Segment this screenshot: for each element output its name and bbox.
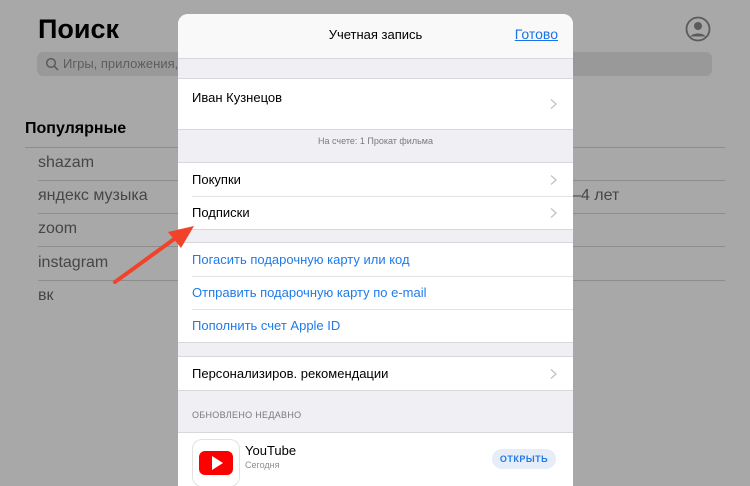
- chevron-right-icon: [547, 368, 559, 380]
- purchases-label: Покупки: [192, 172, 241, 187]
- app-update-date: Сегодня: [245, 460, 280, 470]
- account-sheet: Учетная запись Готово Иван Кузнецов На с…: [178, 14, 573, 486]
- recently-updated-heading: ОБНОВЛЕНО НЕДАВНО: [192, 410, 302, 420]
- redeem-gift-card-link[interactable]: Погасить подарочную карту или код: [178, 243, 573, 276]
- account-group: Иван Кузнецов: [178, 78, 573, 130]
- account-name: Иван Кузнецов: [192, 90, 283, 105]
- chevron-right-icon: [547, 207, 559, 219]
- balance-note: На счете: 1 Прокат фильма: [318, 136, 433, 146]
- purchases-row[interactable]: Покупки: [178, 163, 573, 196]
- chevron-right-icon: [547, 174, 559, 186]
- subscriptions-row[interactable]: Подписки: [178, 196, 573, 229]
- app-name: YouTube: [245, 443, 297, 458]
- open-app-button[interactable]: ОТКРЫТЬ: [492, 449, 556, 469]
- personalized-recommendations-row[interactable]: Персонализиров. рекомендации: [178, 357, 573, 390]
- sheet-nav-bar: Учетная запись Готово: [178, 14, 573, 59]
- sheet-title: Учетная запись: [328, 27, 423, 42]
- recommendations-group: Персонализиров. рекомендации: [178, 356, 573, 391]
- add-funds-link[interactable]: Пополнить счет Apple ID: [178, 309, 573, 342]
- chevron-right-icon: [547, 98, 559, 110]
- subscriptions-label: Подписки: [192, 205, 250, 220]
- done-button[interactable]: Готово: [515, 26, 558, 42]
- gift-card-group: Погасить подарочную карту или код Отправ…: [178, 242, 573, 343]
- account-name-row[interactable]: Иван Кузнецов: [178, 79, 573, 129]
- youtube-app-icon[interactable]: [192, 439, 240, 486]
- personalized-label: Персонализиров. рекомендации: [192, 366, 389, 381]
- purchases-group: Покупки Подписки: [178, 162, 573, 230]
- send-gift-card-link[interactable]: Отправить подарочную карту по e-mail: [178, 276, 573, 309]
- recent-app-row[interactable]: YouTube Сегодня ОТКРЫТЬ: [178, 432, 573, 486]
